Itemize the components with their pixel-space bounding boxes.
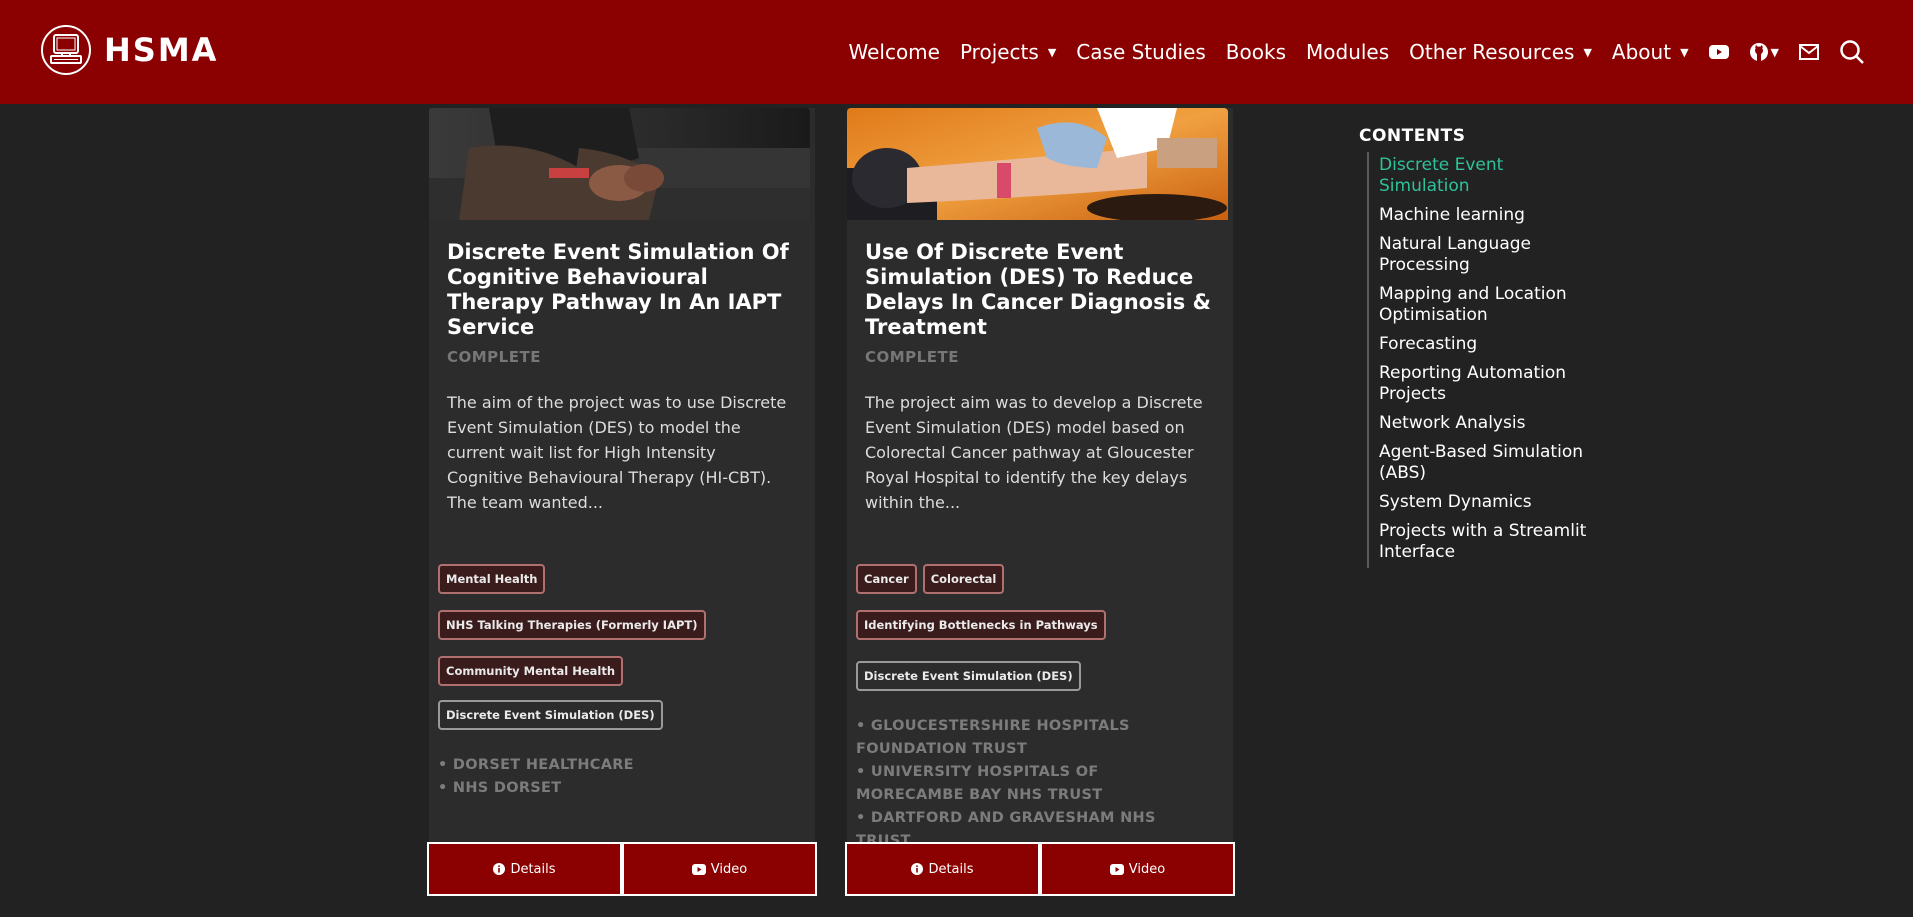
- card-title[interactable]: Use Of Discrete Event Simulation (DES) T…: [865, 240, 1215, 340]
- method-tags: Discrete Event Simulation (DES): [438, 700, 798, 730]
- nav-about-label: About: [1611, 40, 1672, 64]
- caret-down-icon: ▼: [1583, 45, 1592, 59]
- toc-item-reporting-automation[interactable]: Reporting Automation Projects: [1379, 360, 1599, 410]
- nav-projects-label: Projects: [959, 40, 1039, 64]
- caret-down-icon: ▼: [1047, 45, 1057, 59]
- nav-books-label: Books: [1225, 40, 1286, 64]
- details-button[interactable]: Details: [427, 842, 622, 896]
- tag[interactable]: Colorectal: [922, 564, 1005, 594]
- toc-item-streamlit[interactable]: Projects with a Streamlit Interface: [1379, 518, 1599, 568]
- toc-item-machine-learning[interactable]: Machine learning: [1379, 202, 1599, 231]
- toc-item-nlp[interactable]: Natural Language Processing: [1379, 231, 1599, 281]
- details-label: Details: [510, 861, 556, 877]
- toc-item-system-dynamics[interactable]: System Dynamics: [1379, 489, 1599, 518]
- caret-down-icon: ▼: [1680, 45, 1689, 59]
- nav-welcome-label: Welcome: [848, 40, 940, 64]
- nav-modules-label: Modules: [1306, 40, 1390, 64]
- project-card: Use Of Discrete Event Simulation (DES) T…: [845, 108, 1235, 896]
- nav-welcome[interactable]: Welcome: [848, 40, 939, 64]
- table-of-contents: CONTENTS Discrete Event Simulation Machi…: [1359, 126, 1599, 568]
- toc-item-mapping[interactable]: Mapping and Location Optimisation: [1379, 281, 1599, 331]
- method-tag[interactable]: Discrete Event Simulation (DES): [856, 661, 1081, 691]
- details-button[interactable]: Details: [845, 842, 1040, 896]
- youtube-icon: [1109, 863, 1124, 875]
- video-button[interactable]: Video: [1040, 842, 1235, 896]
- video-label: Video: [710, 861, 748, 877]
- tag[interactable]: NHS Talking Therapies (Formerly IAPT): [438, 610, 706, 640]
- youtube-icon: [691, 863, 706, 875]
- nav-case-studies[interactable]: Case Studies: [1076, 40, 1206, 64]
- toc-item-forecasting[interactable]: Forecasting: [1379, 331, 1599, 360]
- main-nav: Welcome Projects ▼ Case Studies Books Mod…: [848, 34, 1865, 70]
- org-item: • DORSET HEALTHCARE: [438, 757, 634, 773]
- organisations: • DORSET HEALTHCARE • NHS DORSET: [438, 754, 798, 800]
- tag[interactable]: Identifying Bottlenecks in Pathways: [856, 610, 1106, 640]
- toc-title: CONTENTS: [1359, 126, 1466, 146]
- card-image: [429, 108, 810, 220]
- card-title[interactable]: Discrete Event Simulation Of Cognitive B…: [447, 240, 797, 340]
- org-item: • NHS DORSET: [438, 780, 562, 796]
- card-description: The aim of the project was to use Discre…: [447, 393, 787, 512]
- tag[interactable]: Community Mental Health: [438, 656, 624, 686]
- status-badge: COMPLETE: [447, 348, 541, 366]
- toc-list: Discrete Event Simulation Machine learni…: [1367, 152, 1599, 568]
- video-button[interactable]: Video: [622, 842, 817, 896]
- toc-item-abs[interactable]: Agent-Based Simulation (ABS): [1379, 439, 1599, 489]
- site-logo[interactable]: HSMA: [40, 24, 218, 76]
- project-card: Discrete Event Simulation Of Cognitive B…: [427, 108, 817, 896]
- github-icon[interactable]: ▼: [1749, 42, 1779, 62]
- nav-about[interactable]: About ▼: [1612, 40, 1689, 64]
- org-item: • UNIVERSITY HOSPITALS OF MORECAMBE BAY …: [856, 764, 1103, 803]
- method-tags: Discrete Event Simulation (DES): [856, 661, 1216, 691]
- toc-item-network-analysis[interactable]: Network Analysis: [1379, 410, 1599, 439]
- caret-down-icon: ▼: [1770, 45, 1779, 59]
- mail-icon[interactable]: [1799, 44, 1819, 60]
- nav-case-studies-label: Case Studies: [1076, 40, 1206, 64]
- nav-other-resources[interactable]: Other Resources ▼: [1409, 40, 1592, 64]
- nav-other-resources-label: Other Resources: [1409, 40, 1575, 64]
- toc-item-discrete-event-simulation[interactable]: Discrete Event Simulation: [1379, 152, 1599, 202]
- topic-tags: Cancer Colorectal Identifying Bottleneck…: [856, 564, 1216, 640]
- video-label: Video: [1128, 861, 1166, 877]
- card-actions: Details Video: [427, 842, 817, 896]
- youtube-icon[interactable]: [1708, 44, 1729, 60]
- card-image: [847, 108, 1228, 220]
- details-label: Details: [928, 861, 974, 877]
- nav-modules[interactable]: Modules: [1306, 40, 1389, 64]
- tag[interactable]: Cancer: [856, 564, 917, 594]
- nav-books[interactable]: Books: [1226, 40, 1286, 64]
- method-tag[interactable]: Discrete Event Simulation (DES): [438, 700, 663, 730]
- card-actions: Details Video: [845, 842, 1235, 896]
- nav-projects[interactable]: Projects ▼: [960, 40, 1056, 64]
- info-icon: [911, 863, 924, 875]
- search-icon[interactable]: [1839, 39, 1865, 65]
- tag[interactable]: Mental Health: [438, 564, 546, 594]
- card-description: The project aim was to develop a Discret…: [865, 393, 1203, 512]
- topic-tags: Mental Health NHS Talking Therapies (For…: [438, 564, 798, 686]
- top-navbar: HSMA Welcome Projects ▼ Case Studies Book…: [0, 0, 1913, 104]
- organisations: • GLOUCESTERSHIRE HOSPITALS FOUNDATION T…: [856, 715, 1196, 853]
- info-icon: [493, 863, 506, 875]
- status-badge: COMPLETE: [865, 348, 959, 366]
- hsma-logo-icon: [41, 25, 91, 75]
- brand-name: HSMA: [104, 31, 219, 69]
- org-item: • GLOUCESTERSHIRE HOSPITALS FOUNDATION T…: [856, 718, 1130, 757]
